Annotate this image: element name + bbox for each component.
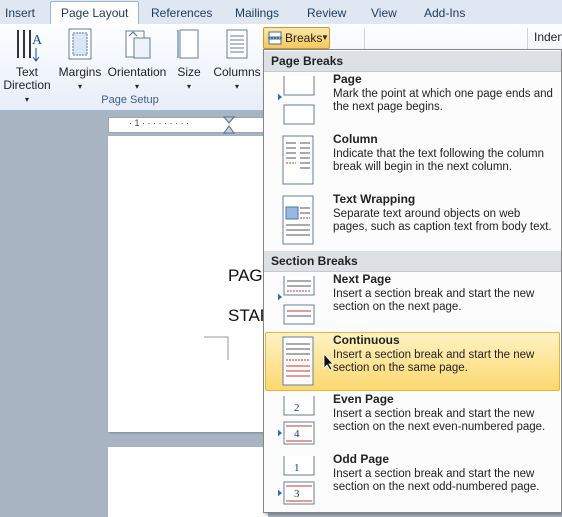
menu-item-next-page[interactable]: Next Page Insert a section break and sta… — [266, 272, 559, 329]
tab-mailings[interactable]: Mailings — [235, 4, 279, 22]
continuous-break-icon — [282, 336, 314, 386]
margins-label: Margins — [58, 65, 102, 79]
menu-item-continuous[interactable]: Continuous Insert a section break and st… — [265, 332, 560, 391]
text-wrapping-title: Text Wrapping — [333, 192, 416, 206]
tab-review[interactable]: Review — [307, 4, 346, 22]
menu-item-column-break[interactable]: Column Indicate that the text following … — [266, 132, 559, 189]
odd-page-break-icon: 1 3 — [278, 456, 315, 505]
column-break-icon — [282, 135, 314, 185]
document-page[interactable]: PAG STAR — [108, 136, 272, 432]
mouse-cursor-icon — [323, 353, 334, 371]
breaks-button[interactable]: Breaks ▼ — [263, 27, 330, 49]
columns-label: Columns — [213, 65, 261, 79]
page-breaks-header: Page Breaks — [264, 51, 561, 72]
text-wrapping-break-icon — [282, 195, 314, 245]
tab-insert[interactable]: Insert — [5, 4, 35, 22]
orientation-button[interactable]: Orientation ▾ — [104, 28, 170, 93]
margins-button[interactable]: Margins ▾ — [58, 28, 102, 93]
indent-marker-icon[interactable] — [223, 116, 235, 134]
section-breaks-header: Section Breaks — [264, 251, 561, 272]
orientation-icon — [125, 30, 151, 59]
menu-item-even-page[interactable]: 2 4 Even Page Insert a section break and… — [266, 392, 559, 449]
breaks-dropdown-menu: Page Breaks Page Mark the point at which… — [263, 49, 562, 513]
next-page-title: Next Page — [333, 272, 392, 286]
columns-button[interactable]: Columns ▾ — [212, 28, 262, 93]
even-page-break-icon: 2 4 — [278, 396, 315, 445]
next-page-description: Insert a section break and start the new… — [333, 288, 535, 313]
page-break-title: Page — [333, 72, 362, 86]
text-direction-label-2: Direction — [3, 78, 51, 92]
text-direction-icon: A — [17, 30, 42, 62]
continuous-description: Insert a section break and start the new… — [333, 349, 535, 374]
column-break-description: Indicate that the text following the col… — [333, 148, 544, 173]
even-page-title: Even Page — [333, 392, 394, 406]
page-size-icon — [177, 29, 199, 59]
text-direction-label-1: Text — [15, 65, 38, 79]
tab-add-ins[interactable]: Add-Ins — [424, 4, 465, 22]
document-page-2[interactable] — [108, 447, 268, 517]
margins-icon — [68, 28, 92, 60]
breaks-label: Breaks — [285, 31, 323, 45]
menu-item-text-wrapping-break[interactable]: Text Wrapping Separate text around objec… — [266, 192, 559, 249]
menu-item-page-break[interactable]: Page Mark the point at which one page en… — [266, 72, 559, 129]
svg-text:2: 2 — [294, 402, 300, 414]
tab-view[interactable]: View — [371, 4, 397, 22]
odd-page-description: Insert a section break and start the new… — [333, 468, 540, 493]
even-page-description: Insert a section break and start the new… — [333, 408, 546, 433]
column-break-title: Column — [333, 132, 378, 146]
document-text-line-1: PAG — [228, 266, 263, 285]
odd-page-title: Odd Page — [333, 452, 390, 466]
next-page-break-icon — [278, 276, 315, 325]
page-break-icon — [278, 76, 315, 125]
indent-label: Inden — [534, 30, 562, 44]
chevron-down-icon: ▼ — [321, 33, 329, 42]
text-wrapping-description: Separate text around objects on web page… — [333, 208, 552, 233]
breaks-icon — [268, 31, 282, 45]
tab-references[interactable]: References — [151, 4, 212, 22]
tab-page-layout[interactable]: Page Layout — [50, 1, 140, 25]
continuous-title: Continuous — [333, 333, 400, 347]
page-setup-group-label: Page Setup — [101, 94, 159, 106]
ribbon-tab-bar: Insert Page Layout References Mailings R… — [0, 0, 562, 25]
size-label: Size — [177, 65, 201, 79]
svg-text:1: 1 — [294, 462, 300, 474]
horizontal-ruler[interactable]: · 1 · · · · · · · · · — [108, 116, 270, 134]
page-break-description: Mark the point at which one page ends an… — [333, 88, 553, 113]
menu-item-odd-page[interactable]: 1 3 Odd Page Insert a section break and … — [266, 452, 559, 509]
margin-corner-mark — [204, 336, 229, 360]
size-button[interactable]: Size ▾ — [174, 28, 204, 93]
svg-text:A: A — [32, 33, 42, 48]
orientation-label: Orientation — [107, 65, 167, 79]
svg-text:3: 3 — [294, 488, 300, 500]
svg-text:4: 4 — [294, 428, 300, 440]
columns-icon — [226, 29, 248, 59]
